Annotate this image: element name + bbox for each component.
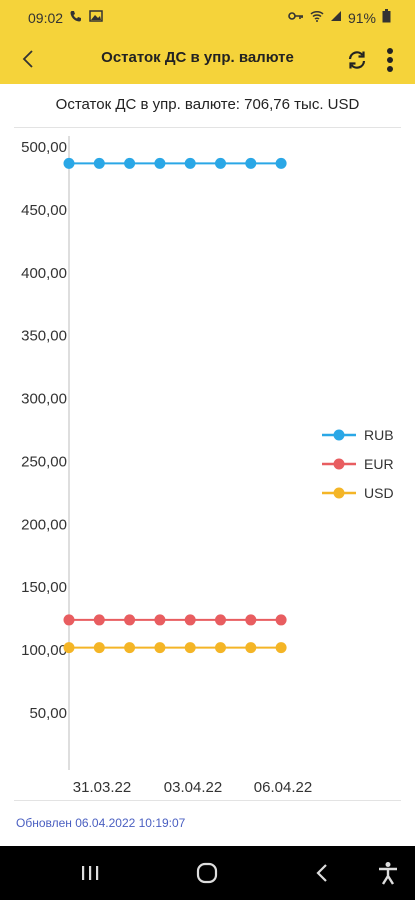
data-point-usd[interactable] [275, 642, 287, 654]
legend-label-eur: EUR [364, 456, 394, 472]
signal-icon [330, 10, 342, 25]
status-bar: 09:02 91% [0, 0, 415, 34]
accessibility-button[interactable] [368, 858, 408, 888]
status-time: 09:02 [28, 9, 64, 26]
nav-back-button[interactable] [302, 858, 342, 888]
more-vert-icon [387, 48, 393, 72]
legend-marker-usd [333, 487, 345, 499]
data-point-rub[interactable] [124, 157, 136, 169]
data-point-rub[interactable] [245, 157, 257, 169]
legend-marker-eur [333, 458, 345, 470]
y-tick-label: 300,00 [21, 391, 67, 408]
back-button[interactable] [12, 43, 44, 75]
battery-percent: 91% [347, 9, 376, 26]
page-title: Остаток ДС в упр. валюте [101, 49, 294, 66]
data-point-rub[interactable] [154, 157, 166, 169]
refresh-button[interactable] [342, 45, 372, 75]
data-point-eur[interactable] [184, 614, 196, 626]
data-point-usd[interactable] [124, 642, 136, 654]
data-point-rub[interactable] [93, 157, 105, 169]
y-tick-label: 200,00 [21, 516, 67, 533]
back-arrow-icon [22, 50, 33, 68]
data-point-eur[interactable] [154, 614, 166, 626]
summary-text: Остаток ДС в упр. валюте: 706,76 тыс. US… [55, 96, 360, 113]
y-tick-label: 250,00 [21, 453, 67, 470]
data-point-usd[interactable] [184, 642, 196, 654]
data-point-usd[interactable] [215, 642, 226, 654]
data-point-usd[interactable] [245, 642, 257, 654]
footer-divider [14, 800, 401, 801]
y-tick-label: 350,00 [21, 328, 67, 345]
accessibility-icon [379, 862, 397, 885]
nav-back-icon [316, 864, 327, 882]
x-tick-label: 31.03.22 [73, 779, 131, 796]
recents-icon [82, 866, 99, 880]
system-nav-bar [0, 846, 415, 900]
line-chart: 50,00 100,00 150,00 200,00 250,00 300,00 350,0… [21, 136, 394, 796]
home-button[interactable] [187, 858, 227, 888]
y-tick-label: 150,00 [21, 579, 67, 596]
app-bar: Остаток ДС в упр. валюте [0, 34, 415, 84]
updated-timestamp: Обновлен 06.04.2022 10:19:07 [16, 816, 186, 830]
wifi-icon [310, 10, 324, 25]
y-tick-label: 500,00 [21, 139, 67, 156]
legend-label-usd: USD [364, 485, 394, 501]
data-point-rub[interactable] [275, 157, 287, 169]
data-point-rub[interactable] [184, 157, 196, 169]
data-point-eur[interactable] [63, 614, 75, 626]
refresh-icon [348, 51, 366, 69]
phone-wifi-icon [69, 9, 83, 26]
data-point-eur[interactable] [124, 614, 136, 626]
data-point-usd[interactable] [154, 642, 166, 654]
data-point-usd[interactable] [63, 642, 75, 654]
data-point-eur[interactable] [245, 614, 257, 626]
key-icon [288, 10, 304, 25]
y-tick-label: 400,00 [21, 265, 67, 282]
more-options-button[interactable] [378, 44, 402, 76]
data-point-eur[interactable] [93, 614, 105, 626]
data-point-rub[interactable] [63, 157, 75, 169]
battery-icon [382, 9, 391, 26]
data-point-eur[interactable] [275, 614, 287, 626]
gallery-icon [89, 10, 103, 25]
data-point-eur[interactable] [215, 614, 226, 626]
chart-area: 50,00 100,00 150,00 200,00 250,00 300,00 350,0… [0, 128, 415, 800]
data-point-usd[interactable] [93, 642, 105, 654]
legend-label-rub: RUB [364, 427, 394, 443]
status-bar-right: 91% [288, 9, 391, 26]
recents-button[interactable] [70, 858, 110, 888]
y-tick-label: 100,00 [21, 642, 67, 659]
x-tick-label: 03.04.22 [164, 779, 222, 796]
y-tick-label: 450,00 [21, 202, 67, 219]
home-icon [196, 862, 218, 884]
legend-marker-rub [333, 429, 345, 441]
data-point-rub[interactable] [215, 157, 226, 169]
x-tick-label: 06.04.22 [254, 779, 312, 796]
y-tick-label: 50,00 [29, 705, 67, 722]
status-bar-left: 09:02 [28, 9, 103, 26]
